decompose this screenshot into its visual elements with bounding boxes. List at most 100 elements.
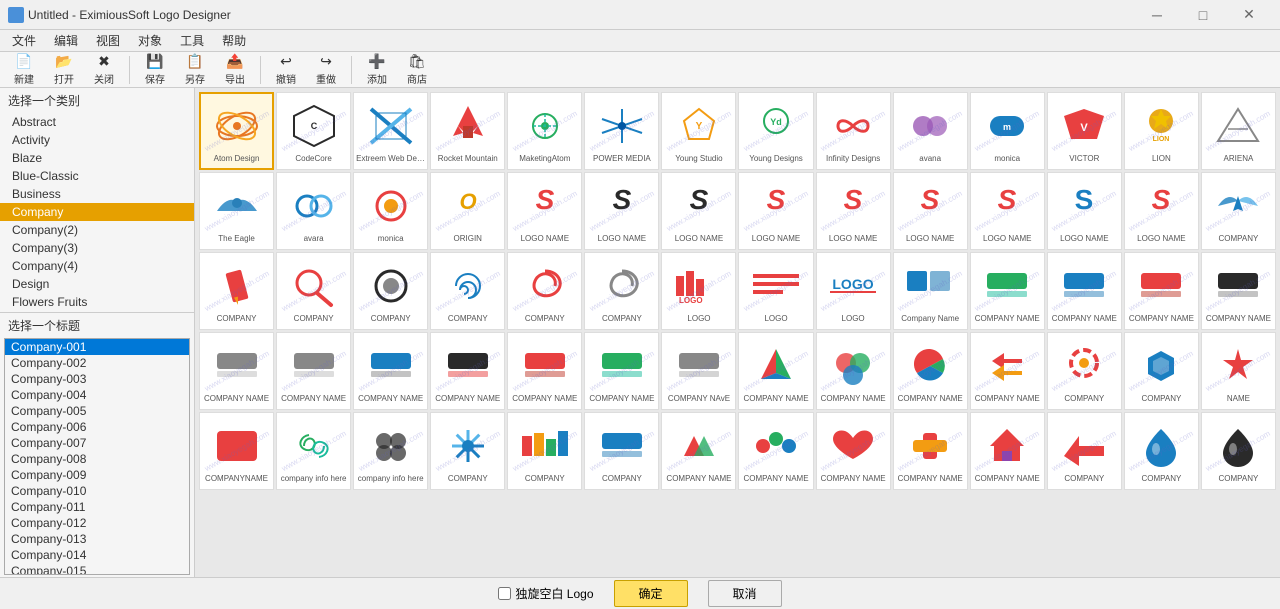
logo-cell[interactable]: COMPANY NAMEwww.xiaoyegah.com [1047,252,1122,330]
logo-cell[interactable]: COMPANY NAMEwww.xiaoyegah.com [199,332,274,410]
logo-cell[interactable]: COMPANYwww.xiaoyegah.com [584,412,659,490]
logo-cell[interactable]: COMPANYwww.xiaoyegah.com [507,252,582,330]
logo-cell[interactable]: Rocket Mountainwww.xiaoyegah.com [430,92,505,170]
confirm-button[interactable]: 确定 [614,580,688,607]
logo-cell[interactable]: YdYoung Designswww.xiaoyegah.com [738,92,813,170]
menu-item-编辑[interactable]: 编辑 [46,30,86,51]
footer-checkbox-label[interactable]: 独旋空白 Logo [498,585,593,602]
logo-cell[interactable]: SLOGO NAMEwww.xiaoyegah.com [507,172,582,250]
name-item-Company-008[interactable]: Company-008 [5,451,189,467]
logo-cell[interactable]: YYoung Studiowww.xiaoyegah.com [661,92,736,170]
logo-cell[interactable]: CCodeCorewww.xiaoyegah.com [276,92,351,170]
logo-cell[interactable]: The Eaglewww.xiaoyegah.com [199,172,274,250]
toolbar-btn-另存[interactable]: 📋另存 [177,54,213,86]
logo-cell[interactable]: COMPANY NAMEwww.xiaoyegah.com [584,332,659,410]
logo-cell[interactable]: LOGOLOGOwww.xiaoyegah.com [661,252,736,330]
category-item-Blaze[interactable]: Blaze [0,149,194,167]
logo-cell[interactable]: COMPANYwww.xiaoyegah.com [1201,172,1276,250]
logo-cell[interactable]: COMPANYwww.xiaoyegah.com [430,412,505,490]
logo-cell[interactable]: COMPANY NAMEwww.xiaoyegah.com [816,332,891,410]
logo-cell[interactable]: COMPANY NAMEwww.xiaoyegah.com [970,412,1045,490]
logo-cell[interactable]: Extreem Web Designwww.xiaoyegah.com [353,92,428,170]
name-item-Company-001[interactable]: Company-001 [5,339,189,355]
category-item-Abstract[interactable]: Abstract [0,113,194,131]
logo-cell[interactable]: COMPANYwww.xiaoyegah.com [1124,412,1199,490]
logo-cell[interactable]: SLOGO NAMEwww.xiaoyegah.com [816,172,891,250]
logo-cell[interactable]: VVICTORwww.xiaoyegah.com [1047,92,1122,170]
logo-cell[interactable]: ARIENAwww.xiaoyegah.com [1201,92,1276,170]
logo-cell[interactable]: COMPANYNAMEwww.xiaoyegah.com [199,412,274,490]
logo-cell[interactable]: SLOGO NAMEwww.xiaoyegah.com [970,172,1045,250]
logo-cell[interactable]: COMPANYwww.xiaoyegah.com [1124,332,1199,410]
logo-cell[interactable]: COMPANYwww.xiaoyegah.com [430,252,505,330]
content-area[interactable]: Atom Designwww.xiaoyegah.com CCodeCoreww… [195,88,1280,577]
maximize-button[interactable]: □ [1180,0,1226,30]
toolbar-btn-添加[interactable]: ➕添加 [359,54,395,86]
toolbar-btn-关闭[interactable]: ✖关闭 [86,54,122,86]
toolbar-btn-新建[interactable]: 📄新建 [6,54,42,86]
logo-cell[interactable]: avarawww.xiaoyegah.com [276,172,351,250]
name-item-Company-004[interactable]: Company-004 [5,387,189,403]
logo-cell[interactable]: company info herewww.xiaoyegah.com [353,412,428,490]
logo-cell[interactable]: COMPANY NAvEwww.xiaoyegah.com [661,332,736,410]
logo-cell[interactable]: Infinity Designswww.xiaoyegah.com [816,92,891,170]
category-item-Company(4)[interactable]: Company(4) [0,257,194,275]
name-item-Company-010[interactable]: Company-010 [5,483,189,499]
logo-cell[interactable]: COMPANY NAMEwww.xiaoyegah.com [970,252,1045,330]
logo-cell[interactable]: POWER MEDIAwww.xiaoyegah.com [584,92,659,170]
category-item-Activity[interactable]: Activity [0,131,194,149]
logo-cell[interactable]: LOGOwww.xiaoyegah.com [738,252,813,330]
name-item-Company-011[interactable]: Company-011 [5,499,189,515]
name-item-Company-002[interactable]: Company-002 [5,355,189,371]
logo-cell[interactable]: monicawww.xiaoyegah.com [353,172,428,250]
logo-cell[interactable]: COMPANY NAMEwww.xiaoyegah.com [507,332,582,410]
logo-cell[interactable]: COMPANYwww.xiaoyegah.com [353,252,428,330]
logo-cell[interactable]: OORIGINwww.xiaoyegah.com [430,172,505,250]
logo-cell[interactable]: COMPANY NAMEwww.xiaoyegah.com [893,412,968,490]
logo-cell[interactable]: SLOGO NAMEwww.xiaoyegah.com [661,172,736,250]
logo-cell[interactable]: MaketingAtomwww.xiaoyegah.com [507,92,582,170]
menu-item-视图[interactable]: 视图 [88,30,128,51]
logo-cell[interactable]: COMPANY NAMEwww.xiaoyegah.com [970,332,1045,410]
logo-cell[interactable]: Company Namewww.xiaoyegah.com [893,252,968,330]
category-item-Flowers Fruits[interactable]: Flowers Fruits [0,293,194,311]
logo-cell[interactable]: Atom Designwww.xiaoyegah.com [199,92,274,170]
toolbar-btn-打开[interactable]: 📂打开 [46,54,82,86]
logo-cell[interactable]: COMPANYwww.xiaoyegah.com [507,412,582,490]
logo-cell[interactable]: mmonicawww.xiaoyegah.com [970,92,1045,170]
category-item-Company[interactable]: Company [0,203,194,221]
logo-cell[interactable]: COMPANY NAMEwww.xiaoyegah.com [430,332,505,410]
name-item-Company-005[interactable]: Company-005 [5,403,189,419]
logo-cell[interactable]: SLOGO NAMEwww.xiaoyegah.com [584,172,659,250]
toolbar-btn-撤销[interactable]: ↩撤销 [268,54,304,86]
toolbar-btn-重做[interactable]: ↪重做 [308,54,344,86]
logo-cell[interactable]: LIONLIONwww.xiaoyegah.com [1124,92,1199,170]
logo-cell[interactable]: NAMEwww.xiaoyegah.com [1201,332,1276,410]
logo-cell[interactable]: LOGO LOGOwww.xiaoyegah.com [816,252,891,330]
category-item-Blue-Classic[interactable]: Blue-Classic [0,167,194,185]
logo-cell[interactable]: SLOGO NAMEwww.xiaoyegah.com [1047,172,1122,250]
logo-cell[interactable]: COMPANY NAMEwww.xiaoyegah.com [738,412,813,490]
logo-cell[interactable]: COMPANY NAMEwww.xiaoyegah.com [816,412,891,490]
logo-cell[interactable]: COMPANYwww.xiaoyegah.com [1047,332,1122,410]
logo-cell[interactable]: COMPANY NAMEwww.xiaoyegah.com [661,412,736,490]
name-item-Company-014[interactable]: Company-014 [5,547,189,563]
name-item-Company-012[interactable]: Company-012 [5,515,189,531]
logo-cell[interactable]: COMPANY NAMEwww.xiaoyegah.com [276,332,351,410]
logo-cell[interactable]: COMPANY NAMEwww.xiaoyegah.com [353,332,428,410]
logo-cell[interactable]: COMPANYwww.xiaoyegah.com [199,252,274,330]
logo-cell[interactable]: COMPANYwww.xiaoyegah.com [1047,412,1122,490]
category-item-Company(3)[interactable]: Company(3) [0,239,194,257]
name-item-Company-006[interactable]: Company-006 [5,419,189,435]
toolbar-btn-商店[interactable]: 🛍商店 [399,54,435,86]
logo-cell[interactable]: COMPANY NAMEwww.xiaoyegah.com [1201,252,1276,330]
menu-item-对象[interactable]: 对象 [130,30,170,51]
logo-cell[interactable]: COMPANY NAMEwww.xiaoyegah.com [1124,252,1199,330]
menu-item-文件[interactable]: 文件 [4,30,44,51]
minimize-button[interactable]: ─ [1134,0,1180,30]
blank-logo-checkbox[interactable] [498,587,511,600]
category-item-Company(2)[interactable]: Company(2) [0,221,194,239]
name-item-Company-009[interactable]: Company-009 [5,467,189,483]
logo-cell[interactable]: SLOGO NAMEwww.xiaoyegah.com [893,172,968,250]
logo-cell[interactable]: COMPANY NAMEwww.xiaoyegah.com [738,332,813,410]
